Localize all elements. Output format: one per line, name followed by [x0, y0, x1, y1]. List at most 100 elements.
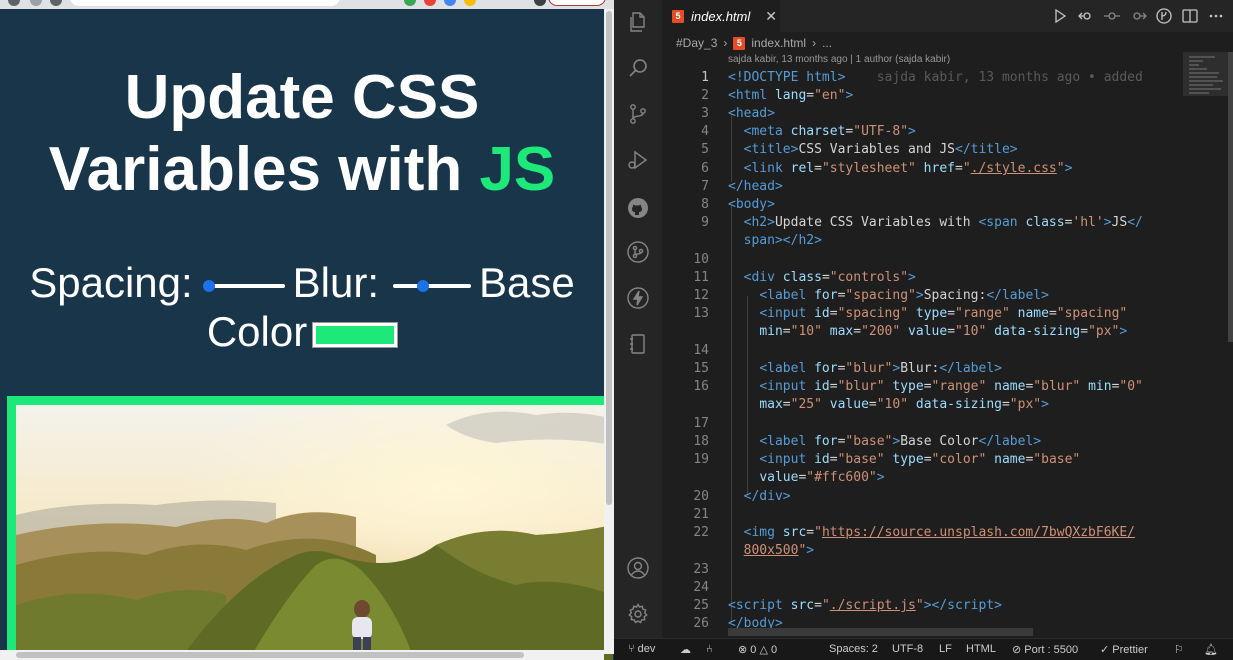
spacing-slider-thumb[interactable] — [202, 279, 215, 292]
language-mode[interactable]: HTML — [966, 643, 996, 655]
code-token: </head> — [728, 179, 783, 194]
reload-icon[interactable] — [50, 0, 62, 6]
live-server[interactable]: ⊘ Port : 5500 — [1012, 643, 1078, 656]
code-token: type — [884, 452, 924, 467]
vertical-scrollbar-thumb[interactable] — [606, 11, 612, 505]
code-editor[interactable]: 1 2 3 4 5 6 7 8 9 10 11 12 13 14 15 16 1… — [662, 68, 1183, 636]
code-token: = — [806, 88, 815, 103]
profile-icon[interactable] — [534, 0, 546, 6]
line-number: 21 — [693, 507, 709, 522]
code-token: > — [845, 88, 854, 103]
code-token: = — [1080, 324, 1089, 339]
code-token: "en" — [814, 88, 846, 103]
code-token: = — [829, 379, 838, 394]
tab-index-html[interactable]: 5 index.html ✕ — [662, 0, 780, 32]
code-token: <script — [728, 598, 791, 613]
code-token: name — [986, 379, 1026, 394]
indentation[interactable]: Spaces: 2 — [829, 643, 878, 655]
code-token: = — [955, 161, 963, 176]
git-graph-icon[interactable] — [626, 240, 650, 264]
next-change-icon[interactable] — [1129, 7, 1147, 25]
code-token: for — [814, 288, 838, 303]
files-icon[interactable] — [626, 10, 650, 34]
blur-slider[interactable] — [389, 279, 472, 292]
gitlens-icon[interactable] — [1155, 7, 1173, 25]
code-token: <input — [759, 306, 815, 321]
previous-change-icon[interactable] — [1103, 7, 1121, 25]
code-token: class — [782, 270, 822, 285]
editor-scrollbar[interactable] — [1228, 52, 1233, 342]
notifications-bell-icon[interactable]: 🔔︎ — [1204, 643, 1218, 656]
code-link[interactable]: ./script.js — [830, 598, 916, 613]
breadcrumb: #Day_3 › 5 index.html › ... — [676, 34, 832, 52]
extension-icon[interactable] — [404, 0, 416, 6]
breadcrumb-trail[interactable]: ... — [822, 36, 832, 50]
tab-label: index.html — [691, 8, 751, 24]
code-link[interactable]: https://source.unsplash.com/7bwQXzbF6KE/ — [822, 525, 1135, 540]
branch-name: dev — [637, 643, 656, 655]
base-color-picker[interactable] — [313, 322, 398, 347]
encoding[interactable]: UTF-8 — [892, 643, 923, 655]
code-link[interactable]: 800x500 — [744, 543, 799, 558]
code-token: value — [759, 470, 799, 485]
run-debug-icon[interactable] — [626, 148, 650, 172]
problems-indicator[interactable]: ⊗ 0 △ 0 — [738, 643, 777, 656]
no-entry-icon: ⊘ — [1012, 644, 1025, 656]
code-token: script — [947, 598, 995, 613]
code-token: = — [814, 598, 822, 613]
split-editor-icon[interactable] — [1181, 7, 1199, 25]
code-link[interactable]: ./style.css — [971, 161, 1057, 176]
code-token: > — [908, 270, 916, 285]
open-changes-icon[interactable] — [1077, 7, 1095, 25]
sync-icon[interactable]: ☁ — [680, 643, 691, 656]
code-line: <label for="spacing">Spacing:</label> — [728, 287, 1049, 305]
tab-close-button[interactable]: ✕ — [765, 8, 777, 25]
search-icon[interactable] — [626, 56, 650, 80]
horizontal-scroll-thumb[interactable] — [728, 628, 1033, 636]
git-graph-status-icon[interactable]: ⑃ — [706, 643, 713, 655]
back-icon[interactable] — [8, 0, 20, 6]
code-token: <!DOCTYPE html> — [728, 70, 846, 85]
code-token: 'hl' — [1072, 215, 1104, 230]
end-of-line[interactable]: LF — [939, 643, 952, 655]
code-token: <head> — [728, 106, 775, 121]
account-icon[interactable] — [626, 556, 650, 580]
extension-icon[interactable] — [464, 0, 476, 6]
line-number: 6 — [701, 161, 709, 176]
breadcrumb-folder[interactable]: #Day_3 — [676, 36, 717, 50]
code-token: = — [868, 397, 877, 412]
minimap[interactable] — [1183, 52, 1233, 636]
feedback-icon[interactable]: ⚐ — [1174, 643, 1184, 656]
codelens-blame[interactable]: sajda kabir, 13 months ago | 1 author (s… — [728, 54, 950, 65]
run-icon[interactable] — [1051, 7, 1069, 25]
branch-indicator[interactable]: ⑂ dev — [628, 643, 655, 655]
line-number: 17 — [693, 416, 709, 431]
prettier[interactable]: ✓ Prettier — [1100, 643, 1148, 656]
settings-gear-icon[interactable] — [626, 602, 650, 626]
extension-icon[interactable] — [424, 0, 436, 6]
notebook-icon[interactable] — [626, 332, 650, 356]
thunder-icon[interactable] — [626, 286, 650, 310]
blur-slider-thumb[interactable] — [417, 279, 430, 292]
line-number: 20 — [693, 489, 709, 504]
spacing-slider[interactable] — [202, 279, 285, 292]
browser-toolbar — [0, 0, 614, 9]
github-icon[interactable] — [626, 196, 650, 220]
forward-icon[interactable] — [30, 0, 42, 6]
breadcrumb-file[interactable]: index.html — [751, 36, 806, 50]
code-token: = — [1048, 306, 1057, 321]
horizontal-scrollbar[interactable] — [0, 650, 604, 660]
update-button[interactable] — [548, 0, 606, 6]
code-token: <h2> — [743, 215, 775, 230]
vertical-scrollbar[interactable] — [604, 9, 614, 654]
address-bar[interactable] — [70, 0, 340, 6]
code-token: max — [821, 324, 854, 339]
activity-bar — [614, 0, 662, 638]
code-token: > — [1119, 324, 1128, 339]
source-control-icon[interactable] — [626, 102, 650, 126]
extension-icon[interactable] — [444, 0, 456, 6]
horizontal-scrollbar-thumb[interactable] — [16, 652, 524, 658]
code-token: > — [908, 124, 916, 139]
more-actions-icon[interactable] — [1207, 7, 1225, 25]
line-number: 5 — [701, 142, 709, 157]
